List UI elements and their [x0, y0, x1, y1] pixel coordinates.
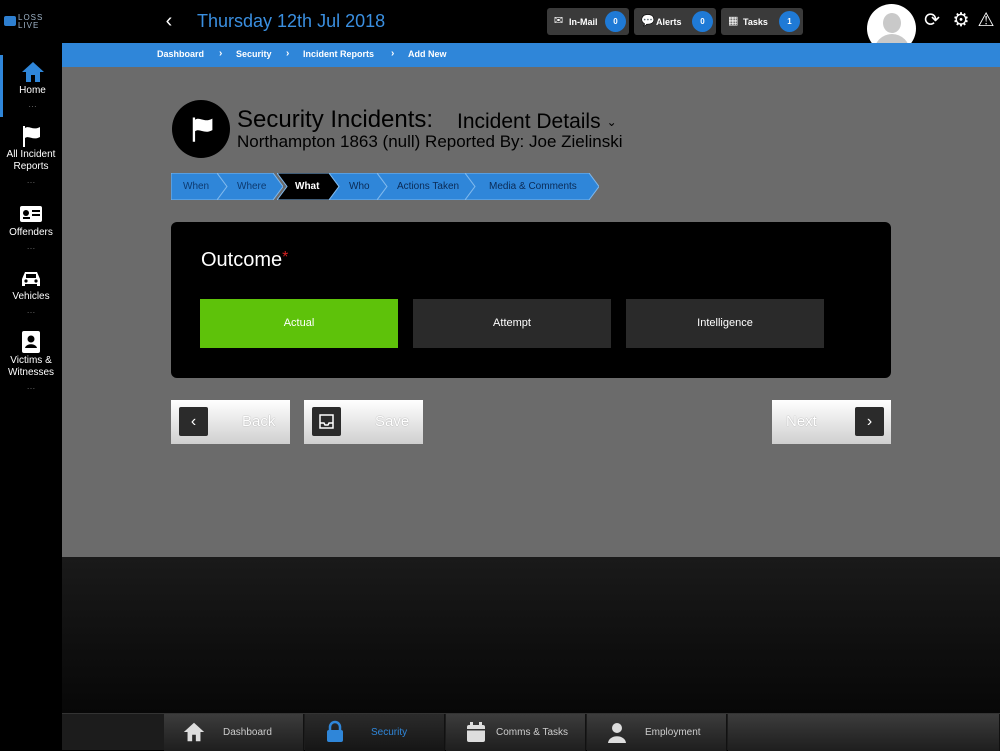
incident-summary: Northampton 1863 (null) Reported By: Joe… — [237, 132, 623, 151]
breadcrumb: Dashboard › Security › Incident Reports … — [62, 43, 1000, 67]
sidebar: Home … All Incident Reports … Offenders … — [0, 43, 62, 750]
sidebar-item-home[interactable]: Home … — [0, 55, 62, 117]
sidebar-item-label: Offenders — [9, 227, 53, 238]
top-bar: LOSS LIVE ‹ Thursday 12th Jul 2018 ✉ In-M… — [0, 0, 1000, 53]
incident-flag-badge — [172, 100, 230, 158]
step-where[interactable]: Where — [217, 173, 283, 200]
home-icon — [183, 722, 205, 742]
tab-label: Employment — [645, 727, 701, 738]
inmail-count-badge: 0 — [605, 11, 626, 32]
inmail-button[interactable]: ✉ In-Mail 0 — [547, 8, 629, 35]
date-title: Thursday 12th Jul 2018 — [197, 11, 386, 31]
sidebar-item-victims-witnesses[interactable]: Victims & Witnesses … — [0, 329, 62, 399]
back-button[interactable]: ‹ Back — [171, 400, 290, 444]
flag-icon — [23, 126, 40, 147]
sidebar-item-label: All Incident Reports — [6, 149, 56, 172]
flag-icon — [192, 117, 213, 142]
step-media-comments[interactable]: Media & Comments — [465, 173, 599, 200]
separator-dots: … — [26, 241, 36, 251]
logo-mark-icon — [4, 16, 16, 26]
outcome-option-attempt[interactable]: Attempt — [413, 299, 611, 348]
breadcrumb-add-new[interactable]: Add New — [408, 49, 447, 59]
tab-employment[interactable]: Employment — [587, 714, 727, 751]
incident-details-dropdown[interactable]: Incident Details ⌄ — [457, 110, 617, 134]
refresh-icon[interactable]: ⟳ — [921, 10, 943, 32]
tab-label: Security — [371, 727, 408, 738]
tab-dashboard[interactable]: Dashboard — [164, 714, 304, 751]
lock-icon — [327, 720, 343, 742]
tab-security[interactable]: Security — [305, 714, 445, 751]
breadcrumb-separator-icon: › — [391, 48, 395, 59]
chevron-right-icon: › — [855, 407, 884, 436]
save-tray-icon — [312, 407, 341, 436]
separator-dots: … — [26, 175, 36, 185]
car-icon — [22, 272, 40, 286]
inmail-label: In-Mail — [569, 17, 598, 27]
app-logo: LOSS LIVE — [4, 14, 56, 30]
home-icon — [21, 62, 44, 82]
breadcrumb-incident-reports[interactable]: Incident Reports — [303, 49, 374, 59]
alerts-count-badge: 0 — [692, 11, 713, 32]
address-book-icon — [22, 331, 40, 353]
chevron-down-icon: ⌄ — [606, 115, 617, 130]
sidebar-item-all-incident-reports[interactable]: All Incident Reports … — [0, 123, 62, 193]
outcome-card: Outcome* Actual Attempt Intelligence — [171, 222, 891, 378]
warning-icon[interactable]: ⚠ — [975, 10, 997, 32]
step-label: Where — [237, 181, 267, 192]
step-actions-taken[interactable]: Actions Taken — [377, 173, 475, 200]
separator-dots: … — [26, 305, 36, 315]
step-label: What — [295, 181, 320, 192]
calendar-icon — [467, 722, 485, 742]
mail-icon: ✉ — [554, 15, 564, 27]
avatar-head-icon — [883, 13, 901, 33]
tab-empty — [728, 714, 1000, 751]
chat-icon: 💬 — [641, 15, 655, 27]
breadcrumb-dashboard[interactable]: Dashboard — [157, 49, 204, 59]
step-label: Media & Comments — [489, 181, 577, 192]
save-label: Save — [375, 413, 410, 430]
outcome-title-text: Outcome — [201, 249, 283, 271]
sidebar-item-offenders[interactable]: Offenders … — [0, 201, 62, 259]
separator-dots: … — [28, 99, 37, 109]
sidebar-item-label: Victims & Witnesses — [7, 355, 55, 378]
alerts-label: Alerts — [656, 17, 682, 27]
back-chevron-icon[interactable]: ‹ — [160, 10, 178, 32]
tab-label: Comms & Tasks — [496, 727, 569, 738]
logo-text: LOSS LIVE — [18, 13, 44, 30]
outcome-option-actual[interactable]: Actual — [200, 299, 398, 348]
lower-panel — [62, 557, 1000, 713]
required-mark: * — [282, 249, 289, 266]
tab-label: Dashboard — [223, 727, 272, 738]
sidebar-item-label: Home — [19, 85, 46, 96]
outcome-option-intelligence[interactable]: Intelligence — [626, 299, 824, 348]
breadcrumb-separator-icon: › — [286, 48, 290, 59]
bottom-tab-bar: Dashboard Security Comms & Tasks Employm… — [62, 713, 1000, 751]
sidebar-item-vehicles[interactable]: Vehicles … — [0, 265, 62, 323]
step-label: When — [183, 181, 210, 192]
step-label: Actions Taken — [397, 181, 460, 192]
tasks-count-badge: 1 — [779, 11, 800, 32]
calendar-check-icon: ▦ — [728, 15, 739, 27]
user-icon — [608, 723, 626, 743]
save-button[interactable]: Save — [304, 400, 423, 444]
back-label: Back — [242, 413, 276, 430]
breadcrumb-security[interactable]: Security — [236, 49, 272, 59]
gear-icon[interactable]: ⚙ — [950, 10, 972, 32]
page-title: Security Incidents: — [237, 106, 434, 133]
alerts-button[interactable]: 💬 Alerts 0 — [634, 8, 716, 35]
tasks-label: Tasks — [743, 17, 768, 27]
id-card-icon — [20, 206, 42, 222]
tab-comms-tasks[interactable]: Comms & Tasks — [446, 714, 586, 751]
separator-dots: … — [26, 381, 36, 391]
outcome-title: Outcome* — [201, 249, 288, 272]
tasks-button[interactable]: ▦ Tasks 1 — [721, 8, 803, 35]
incident-details-label: Incident Details — [457, 110, 601, 133]
chevron-left-icon: ‹ — [179, 407, 208, 436]
step-label: Who — [349, 181, 370, 192]
next-button[interactable]: Next › — [772, 400, 891, 444]
next-label: Next — [786, 413, 817, 430]
breadcrumb-separator-icon: › — [219, 48, 223, 59]
sidebar-item-label: Vehicles — [12, 291, 50, 302]
